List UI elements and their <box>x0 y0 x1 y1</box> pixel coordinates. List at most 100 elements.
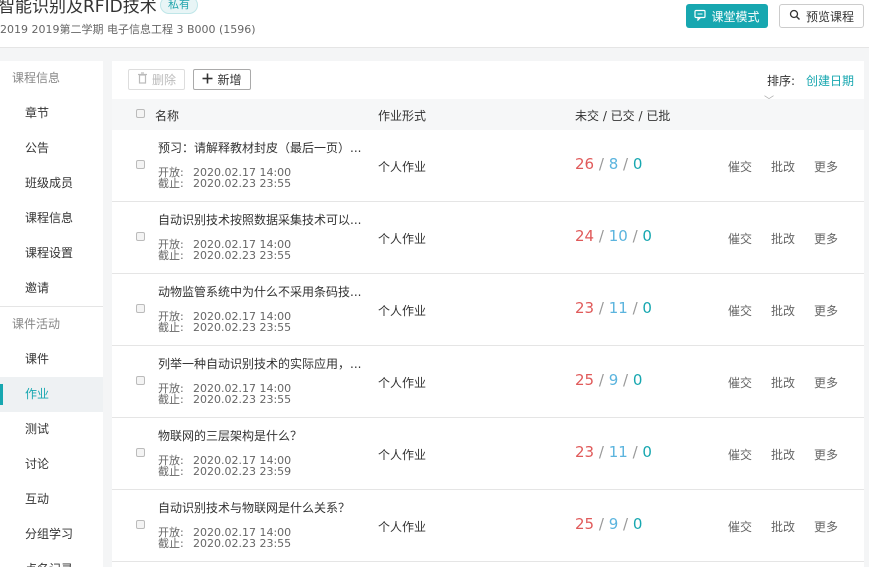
grade-button[interactable]: 批改 <box>771 302 795 319</box>
remind-button[interactable]: 催交 <box>728 518 752 535</box>
submitted-count: 8 <box>608 155 619 173</box>
toolbar: 删除 新增 排序: 创建日期 ﹀ <box>112 61 864 107</box>
submission-stats[interactable]: 25 / 9 / 0 <box>575 371 642 389</box>
sidebar-item-interaction[interactable]: 互动 <box>0 482 103 517</box>
sidebar-item-courseware[interactable]: 课件 <box>0 342 103 377</box>
unsubmitted-count: 23 <box>575 299 595 317</box>
row-checkbox[interactable] <box>136 304 145 313</box>
grade-button[interactable]: 批改 <box>771 446 795 463</box>
remind-button[interactable]: 催交 <box>728 446 752 463</box>
sidebar: 课程信息 章节 公告 班级成员 课程信息 课程设置 邀请 课件活动 课件 作业 … <box>0 61 103 567</box>
graded-count: 0 <box>632 371 643 389</box>
row-dates: 开放: 2020.02.17 14:00 截止: 2020.02.23 23:55 <box>158 527 291 549</box>
grade-button[interactable]: 批改 <box>771 230 795 247</box>
more-button[interactable]: 更多 <box>814 158 838 175</box>
submission-stats[interactable]: 24 / 10 / 0 <box>575 227 652 245</box>
stats-separator: / <box>598 155 609 173</box>
graded-count: 0 <box>632 515 643 533</box>
row-dates: 开放: 2020.02.17 14:00 截止: 2020.02.23 23:59 <box>158 455 291 477</box>
submission-stats[interactable]: 25 / 9 / 0 <box>575 515 642 533</box>
close-time: 2020.02.23 23:55 <box>193 249 292 262</box>
close-time: 2020.02.23 23:59 <box>193 465 292 478</box>
homework-type: 个人作业 <box>378 304 427 318</box>
preview-course-button[interactable]: 预览课程 <box>779 4 864 28</box>
submission-stats[interactable]: 26 / 8 / 0 <box>575 155 642 173</box>
close-label: 截止: <box>158 321 184 334</box>
sort-by-date-link[interactable]: 创建日期 <box>806 72 854 89</box>
private-badge: 私有 <box>160 0 198 14</box>
submitted-count: 11 <box>608 443 628 461</box>
grade-button[interactable]: 批改 <box>771 518 795 535</box>
homework-title-link[interactable]: 列举一种自动识别技术的实际应用，... <box>158 355 380 372</box>
row-dates: 开放: 2020.02.17 14:00 截止: 2020.02.23 23:55 <box>158 383 291 405</box>
unsubmitted-count: 26 <box>575 155 595 173</box>
stats-separator: / <box>623 371 633 389</box>
grade-button[interactable]: 批改 <box>771 158 795 175</box>
homework-title-link[interactable]: 动物监管系统中为什么不采用条码技... <box>158 283 380 300</box>
row-checkbox[interactable] <box>136 520 145 529</box>
sidebar-item-announcements[interactable]: 公告 <box>0 131 103 166</box>
homework-type: 个人作业 <box>378 448 427 462</box>
sidebar-group-course-info: 课程信息 <box>12 71 61 85</box>
sidebar-item-class-members[interactable]: 班级成员 <box>0 166 103 201</box>
stats-separator: / <box>598 299 609 317</box>
submission-stats[interactable]: 23 / 11 / 0 <box>575 443 652 461</box>
graded-count: 0 <box>642 443 652 461</box>
stats-separator: / <box>623 155 633 173</box>
row-checkbox[interactable] <box>136 232 145 241</box>
table-header: 名称 作业形式 未交 / 已交 / 已批 <box>112 99 864 130</box>
unsubmitted-count: 24 <box>575 227 595 245</box>
more-button[interactable]: 更多 <box>814 374 838 391</box>
table-row: 自动识别技术与物联网是什么关系？ 开放: 2020.02.17 14:00 截止:… <box>112 490 864 562</box>
submission-stats[interactable]: 23 / 11 / 0 <box>575 299 652 317</box>
sidebar-item-course-info[interactable]: 课程信息 <box>0 201 103 236</box>
sidebar-item-course-settings[interactable]: 课程设置 <box>0 236 103 271</box>
grade-button[interactable]: 批改 <box>771 374 795 391</box>
delete-button[interactable]: 删除 <box>128 69 185 90</box>
sidebar-item-chapters[interactable]: 章节 <box>0 96 103 131</box>
stats-separator: / <box>598 443 609 461</box>
sidebar-item-tests[interactable]: 测试 <box>0 412 103 447</box>
more-button[interactable]: 更多 <box>814 230 838 247</box>
homework-panel: 删除 新增 排序: 创建日期 ﹀ 名称 作业形式 未交 / 已交 / 已批 预习… <box>112 61 864 567</box>
homework-title-link[interactable]: 自动识别技术按照数据采集技术可以... <box>158 211 380 228</box>
close-label: 截止: <box>158 393 184 406</box>
sidebar-item-attendance[interactable]: 点名记录 <box>0 552 103 567</box>
remind-button[interactable]: 催交 <box>728 302 752 319</box>
sidebar-group-activities: 课件活动 <box>12 317 61 331</box>
more-button[interactable]: 更多 <box>814 302 838 319</box>
add-button[interactable]: 新增 <box>193 69 251 90</box>
row-checkbox[interactable] <box>136 160 145 169</box>
remind-button[interactable]: 催交 <box>728 374 752 391</box>
sidebar-item-discussion[interactable]: 讨论 <box>0 447 103 482</box>
column-stats: 未交 / 已交 / 已批 <box>575 109 671 123</box>
preview-course-label: 预览课程 <box>805 9 854 24</box>
course-subtitle: 2019 2019第二学期 电子信息工程 3 B000 (1596) <box>0 23 256 36</box>
row-checkbox[interactable] <box>136 376 145 385</box>
remind-button[interactable]: 催交 <box>728 158 752 175</box>
more-button[interactable]: 更多 <box>814 446 838 463</box>
row-dates: 开放: 2020.02.17 14:00 截止: 2020.02.23 23:55 <box>158 167 291 189</box>
sidebar-item-homework[interactable]: 作业 <box>0 377 103 412</box>
sidebar-item-group-study[interactable]: 分组学习 <box>0 517 103 552</box>
homework-title-link[interactable]: 预习：请解释教材封皮（最后一页）... <box>158 139 380 156</box>
submitted-count: 9 <box>608 515 619 533</box>
row-checkbox[interactable] <box>136 448 145 457</box>
homework-title-link[interactable]: 物联网的三层架构是什么？ <box>158 427 380 444</box>
stats-separator: / <box>623 515 633 533</box>
search-icon <box>789 9 801 24</box>
row-dates: 开放: 2020.02.17 14:00 截止: 2020.02.23 23:55 <box>158 239 291 261</box>
unsubmitted-count: 23 <box>575 443 595 461</box>
close-time: 2020.02.23 23:55 <box>193 321 292 334</box>
classroom-mode-button[interactable]: 课堂模式 <box>686 4 768 28</box>
unsubmitted-count: 25 <box>575 371 595 389</box>
more-button[interactable]: 更多 <box>814 518 838 535</box>
select-all-checkbox[interactable] <box>136 109 145 118</box>
close-label: 截止: <box>158 177 184 190</box>
submitted-count: 10 <box>608 227 628 245</box>
remind-button[interactable]: 催交 <box>728 230 752 247</box>
table-row: 列举一种自动识别技术的实际应用，... 开放: 2020.02.17 14:00 … <box>112 346 864 418</box>
homework-title-link[interactable]: 自动识别技术与物联网是什么关系？ <box>158 499 380 516</box>
homework-type: 个人作业 <box>378 520 427 534</box>
sidebar-item-invite[interactable]: 邀请 <box>0 271 103 306</box>
